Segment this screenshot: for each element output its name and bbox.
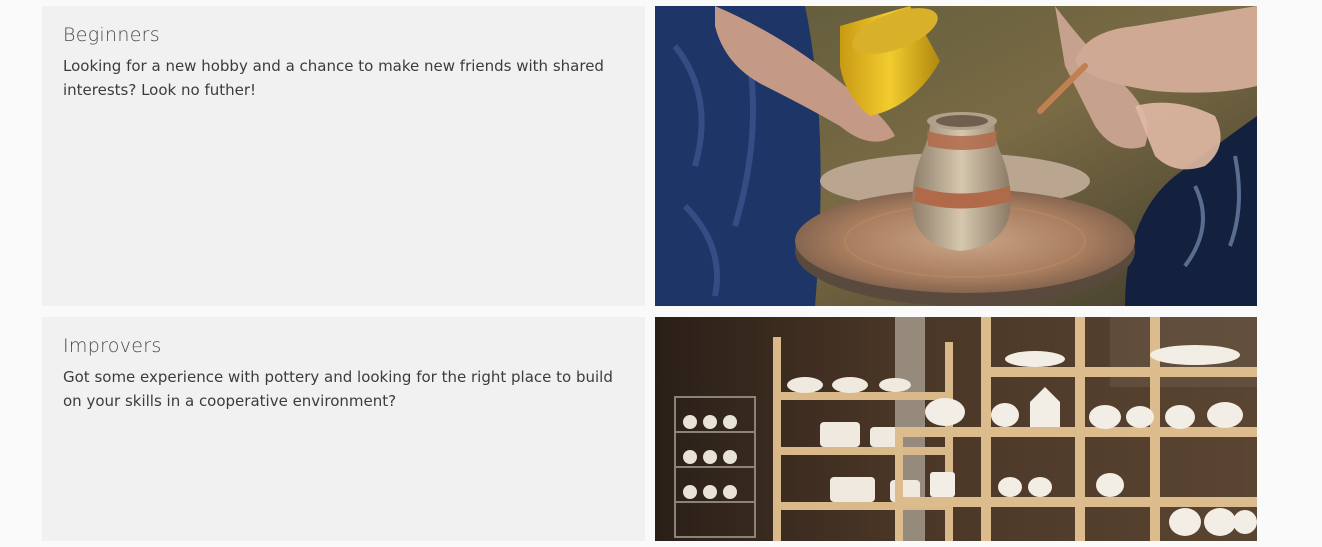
- improvers-section: Improvers Got some experience with potte…: [42, 317, 1257, 541]
- improvers-title: Improvers: [63, 335, 162, 357]
- page: Beginners Looking for a new hobby and a …: [0, 0, 1322, 547]
- improvers-description: Got some experience with pottery and loo…: [63, 368, 613, 410]
- beginners-card: Beginners Looking for a new hobby and a …: [42, 6, 645, 306]
- beginners-title: Beginners: [63, 24, 160, 46]
- pottery-wheel-image: [655, 6, 1257, 306]
- beginners-description: Looking for a new hobby and a chance to …: [63, 57, 604, 99]
- pottery-shelves-image: [655, 317, 1257, 541]
- improvers-card: Improvers Got some experience with potte…: [42, 317, 645, 541]
- beginners-section: Beginners Looking for a new hobby and a …: [42, 6, 1257, 306]
